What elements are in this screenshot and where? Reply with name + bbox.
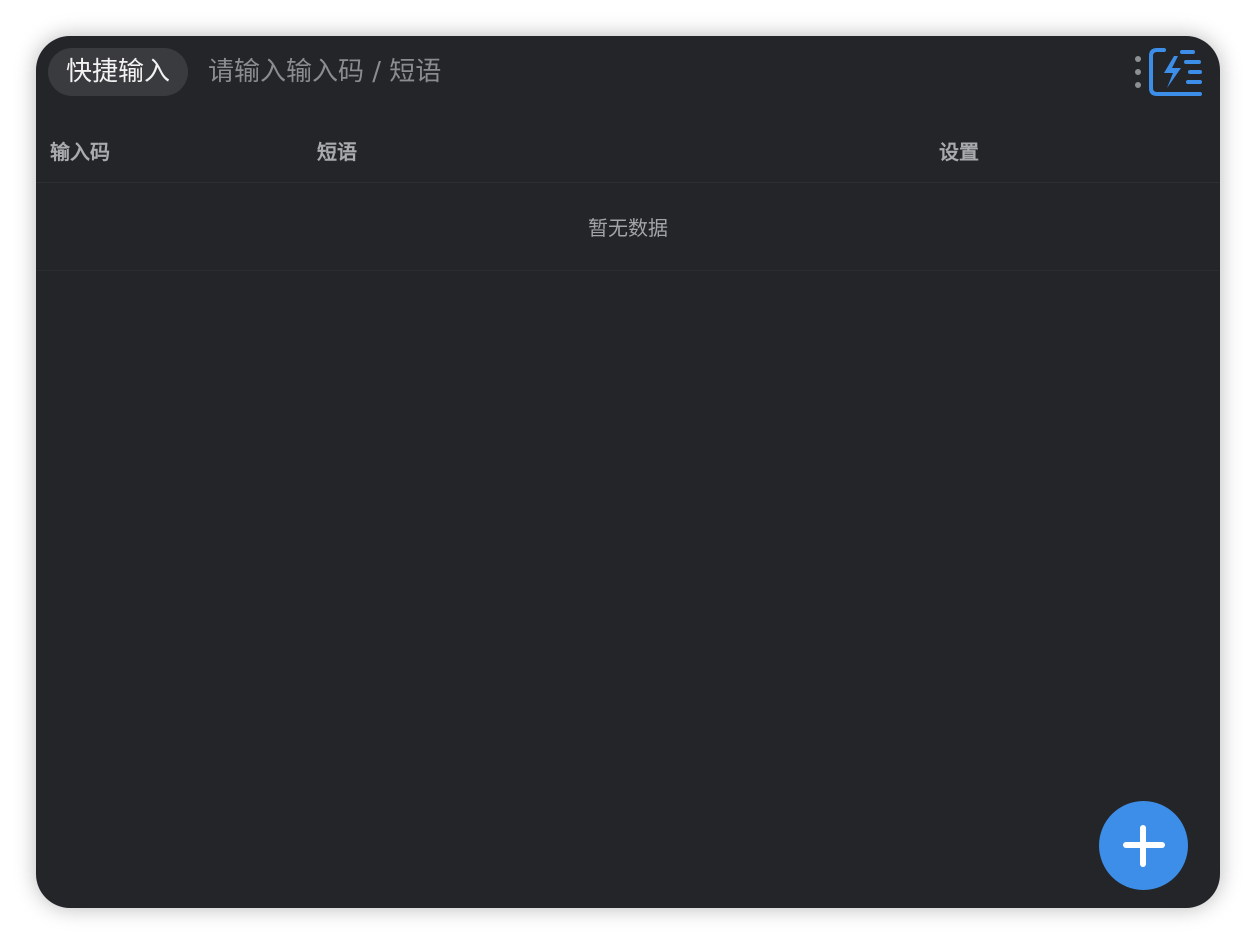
app-tag[interactable]: 快捷输入: [48, 48, 189, 96]
column-header-settings: 设置: [939, 140, 979, 164]
app-window: 快捷输入 输入码 短语 设置 暂无数据: [36, 36, 1220, 908]
search-input[interactable]: [198, 50, 1098, 94]
add-button[interactable]: [1099, 801, 1188, 890]
more-vertical-icon: [1135, 56, 1141, 62]
more-menu-button[interactable]: [1130, 54, 1146, 90]
more-vertical-icon: [1135, 69, 1141, 75]
more-vertical-icon: [1135, 82, 1141, 88]
top-bar: 快捷输入: [36, 36, 1220, 112]
column-header-phrase: 短语: [317, 140, 357, 164]
empty-state-text: 暂无数据: [36, 183, 1220, 271]
column-header-code: 输入码: [50, 140, 110, 164]
plus-icon: [1140, 825, 1146, 867]
quick-input-logo-icon: [1149, 48, 1202, 96]
quick-input-logo-button[interactable]: [1148, 47, 1204, 97]
table-header: 输入码 短语 设置: [36, 112, 1220, 183]
